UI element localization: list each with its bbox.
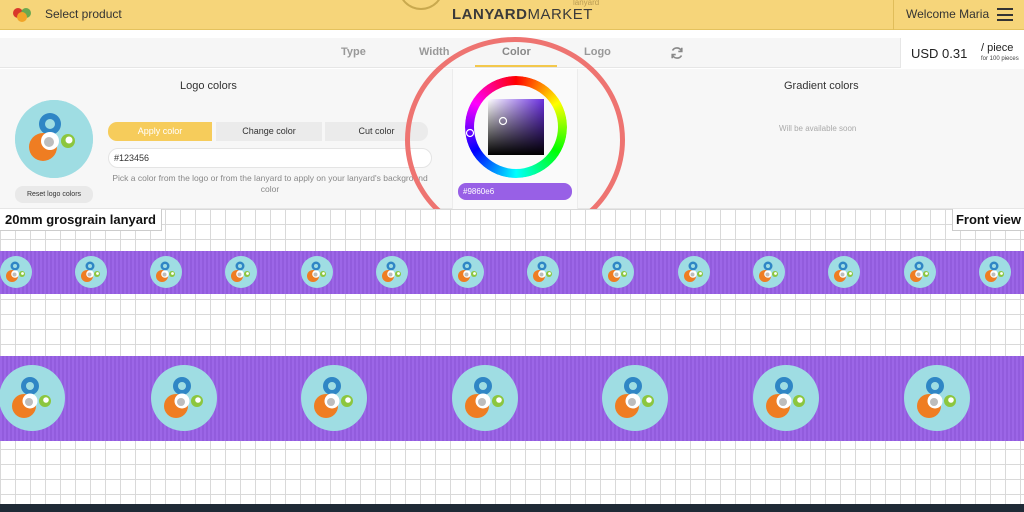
change-color-button[interactable]: Change color <box>216 122 322 141</box>
logo-bold-text: LANYARD <box>452 6 528 23</box>
welcome-separator <box>893 0 894 30</box>
price-box: USD 0.31 / piece for 100 pieces <box>900 38 1024 68</box>
reset-logo-colors-button[interactable]: Reset logo colors <box>15 186 93 203</box>
logo-arc-decoration <box>398 0 444 10</box>
price-unit: / piece <box>981 42 1014 54</box>
picker-hex-value[interactable]: #9860e6 <box>458 183 572 200</box>
price-amount: USD 0.31 <box>911 46 968 61</box>
tab-width[interactable]: Width <box>419 46 449 58</box>
welcome-user[interactable]: Welcome Maria <box>906 7 989 21</box>
builder-tabs: Type Width Color Logo <box>0 38 1024 68</box>
lanyard-strip-small[interactable] <box>0 251 1024 294</box>
large-logo-row <box>0 365 970 431</box>
logo-thumbnail[interactable] <box>15 100 93 178</box>
lanyard-strip-large[interactable] <box>0 356 1024 441</box>
gradient-availability-note: Will be available soon <box>779 124 857 133</box>
tab-logo[interactable]: Logo <box>584 46 611 58</box>
bottom-bar <box>0 504 1024 512</box>
color-hint-text: Pick a color from the logo or from the l… <box>112 173 428 194</box>
price-note: for 100 pieces <box>981 56 1019 62</box>
tab-type[interactable]: Type <box>341 46 366 58</box>
cut-color-button[interactable]: Cut color <box>325 122 428 141</box>
top-bar: Select product lanyard LANYARDMARKET Wel… <box>0 0 1024 30</box>
lanyard-brand-icon[interactable] <box>12 7 32 23</box>
tab-color[interactable]: Color <box>502 46 531 58</box>
color-picker-popup: #9860e6 <box>452 69 578 209</box>
small-logo-row <box>0 256 1011 288</box>
logo-colors-title: Logo colors <box>180 80 237 92</box>
apply-color-button[interactable]: Apply color <box>108 122 212 141</box>
select-product-link[interactable]: Select product <box>45 7 122 21</box>
refresh-icon[interactable] <box>670 46 684 60</box>
hamburger-menu-icon[interactable] <box>997 8 1013 21</box>
logo-rest-text: MARKET <box>527 6 593 23</box>
hex-color-input[interactable] <box>108 148 432 168</box>
view-label: Front view <box>951 209 1024 231</box>
lanyard-preview: 20mm grosgrain lanyard Front view <box>0 209 1024 504</box>
color-wheel[interactable] <box>465 76 567 178</box>
color-panel: Logo colors Reset logo colors Apply colo… <box>0 69 1024 209</box>
lanyard-type-label: 20mm grosgrain lanyard <box>0 209 162 231</box>
active-tab-indicator <box>475 65 557 67</box>
gradient-colors-title: Gradient colors <box>784 80 859 92</box>
lanyardmarket-logo[interactable]: LANYARDMARKET <box>452 6 593 23</box>
